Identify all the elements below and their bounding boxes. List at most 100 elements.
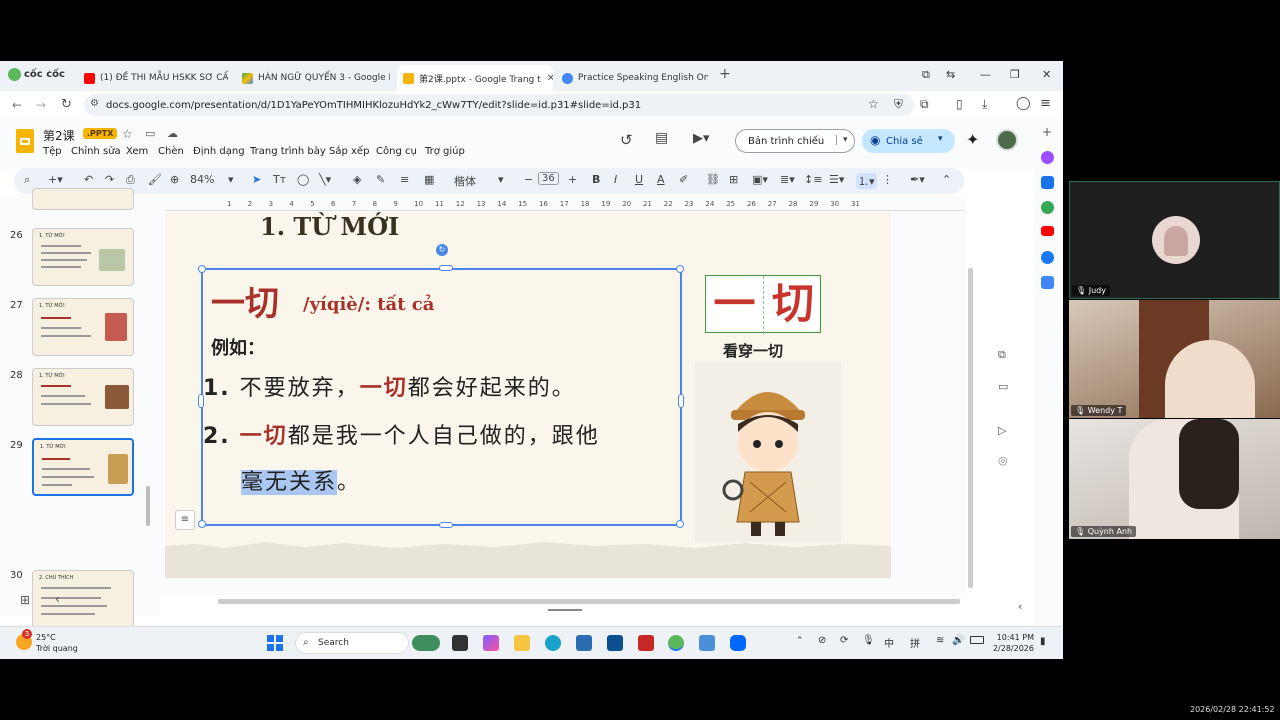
shape-icon[interactable]: ◯ bbox=[297, 173, 309, 186]
side-panel-icon[interactable]: ⧉ bbox=[998, 348, 1006, 362]
facebook-icon[interactable] bbox=[1041, 251, 1054, 264]
chevron-down-icon[interactable]: ▾ bbox=[228, 173, 234, 186]
profile-icon[interactable]: ◯ bbox=[1016, 96, 1031, 111]
video-tile-judy[interactable]: 🎙 Judy bbox=[1069, 181, 1280, 299]
slide-thumbnail[interactable]: 1. TỪ MỚI bbox=[32, 228, 134, 286]
tab-search-icon[interactable]: ⇆ bbox=[946, 68, 955, 81]
zoom-icon[interactable]: ⊕ bbox=[170, 173, 179, 186]
increase-font-icon[interactable]: + bbox=[568, 173, 577, 186]
collapse-side-panel-icon[interactable]: ‹ bbox=[1018, 600, 1022, 613]
back-icon[interactable]: ← bbox=[12, 98, 22, 112]
forward-icon[interactable]: → bbox=[36, 98, 46, 112]
slide-thumbnail-selected[interactable]: 1. TỪ MỚI bbox=[32, 438, 134, 496]
coccoc-taskbar-icon[interactable] bbox=[668, 635, 684, 651]
video-tile-wendy[interactable]: 🎙 Wendy T bbox=[1069, 300, 1280, 418]
folder-icon[interactable]: ▭ bbox=[998, 380, 1008, 393]
language-indicator[interactable]: 中 bbox=[884, 635, 894, 650]
menu-tools[interactable]: Công cụ bbox=[376, 146, 417, 157]
resize-handle[interactable] bbox=[676, 265, 684, 273]
wifi-icon[interactable]: ≋ bbox=[936, 635, 944, 646]
tab-youtube[interactable]: (1) ĐỀ THI MẪU HSKK SƠ CẤP H bbox=[78, 65, 228, 91]
font-family-select[interactable]: 楷体 bbox=[454, 173, 476, 189]
grid-view-icon[interactable]: ⊞ bbox=[20, 593, 30, 607]
menu-help[interactable]: Trợ giúp bbox=[425, 146, 465, 157]
taskbar-search[interactable]: ⌕ Search bbox=[295, 632, 409, 654]
menu-slide[interactable]: Trang trình bày bbox=[250, 146, 326, 157]
browser-logo[interactable]: cốc cốc bbox=[8, 68, 65, 81]
checklist-icon[interactable]: ☰▾ bbox=[829, 173, 844, 186]
menu-arrange[interactable]: Sắp xếp bbox=[329, 146, 369, 157]
rotate-handle-icon[interactable]: ↻ bbox=[436, 244, 448, 256]
mic-icon[interactable]: 🎙 bbox=[862, 635, 875, 646]
url-field[interactable]: ⚙ docs.google.com/presentation/d/1D1YaPe… bbox=[84, 94, 914, 116]
border-weight-icon[interactable]: ≡ bbox=[400, 173, 409, 186]
fill-color-icon[interactable]: ◈ bbox=[353, 173, 361, 186]
gemini-icon[interactable]: ✦ bbox=[966, 130, 979, 149]
target-icon[interactable]: ◎ bbox=[998, 454, 1008, 467]
volume-icon[interactable]: 🔊 bbox=[952, 635, 964, 646]
chevron-down-icon[interactable]: ▾ bbox=[498, 173, 504, 186]
border-color-icon[interactable]: ✎ bbox=[376, 173, 385, 186]
dell-icon[interactable] bbox=[607, 635, 623, 651]
zalo-taskbar-icon[interactable] bbox=[730, 635, 746, 651]
move-folder-icon[interactable]: ▭ bbox=[145, 127, 155, 140]
meet-icon[interactable]: ▶▾ bbox=[693, 131, 710, 146]
notification-icon[interactable]: ▮ bbox=[1040, 636, 1046, 647]
text-options-icon[interactable]: ≡ bbox=[175, 510, 195, 530]
selected-text-box[interactable]: 一切 /yíqiè/: tất cả 例如： 1. 不要放弃，一切都会好起来的。… bbox=[175, 244, 684, 530]
slideshow-button[interactable]: Bản trình chiếu ▾ bbox=[735, 129, 855, 153]
close-tab-icon[interactable]: ✕ bbox=[541, 73, 553, 84]
comment-icon[interactable]: ▤ bbox=[655, 130, 668, 146]
underline-icon[interactable]: U bbox=[635, 173, 643, 186]
windows-start-icon[interactable] bbox=[267, 635, 283, 651]
slide-title[interactable]: 1. TỪ MỚI bbox=[260, 212, 399, 241]
network-off-icon[interactable]: ⊘ bbox=[818, 635, 826, 646]
collapse-toolbar-icon[interactable]: ⌃ bbox=[942, 173, 951, 186]
undo-icon[interactable]: ↶ bbox=[84, 173, 93, 186]
close-window-icon[interactable]: ✕ bbox=[1042, 68, 1051, 81]
video-tile-quynh-anh[interactable]: 🎙 Quỳnh Anh bbox=[1069, 419, 1280, 539]
menu-format[interactable]: Định dạng bbox=[193, 146, 245, 157]
bookmark-star-icon[interactable]: ☆ bbox=[868, 97, 879, 111]
menu-file[interactable]: Tệp bbox=[43, 146, 62, 157]
resize-handle[interactable] bbox=[439, 265, 453, 271]
highlight-icon[interactable]: ✐ bbox=[679, 173, 688, 186]
print-icon[interactable]: ⎙ bbox=[126, 173, 135, 187]
link-icon[interactable]: ⛓ bbox=[706, 173, 720, 186]
photos-icon[interactable] bbox=[699, 635, 715, 651]
tab-practice[interactable]: Practice Speaking English Online bbox=[556, 65, 708, 91]
search-menus-icon[interactable]: ⌕ bbox=[24, 173, 30, 187]
menu-insert[interactable]: Chèn bbox=[158, 146, 184, 157]
resize-handle[interactable] bbox=[198, 520, 206, 528]
bold-icon[interactable]: B bbox=[592, 173, 600, 186]
slide-thumbnail[interactable]: 1. TỪ MỚI bbox=[32, 298, 134, 356]
chevron-down-icon[interactable]: ▾ bbox=[938, 134, 943, 144]
line-icon[interactable]: ╲▾ bbox=[319, 173, 331, 186]
add-icon[interactable]: + bbox=[1042, 125, 1052, 139]
add-comment-icon[interactable]: ⊞ bbox=[729, 173, 738, 186]
sync-icon[interactable]: ⟳ bbox=[840, 635, 848, 646]
share-button[interactable]: ◉ Chia sẻ ▾ bbox=[862, 129, 955, 153]
edge-icon[interactable] bbox=[545, 635, 561, 651]
slide-thumbnail[interactable]: 2. CHÚ THÍCH bbox=[32, 570, 134, 628]
new-tab-button[interactable]: + bbox=[719, 66, 731, 82]
download-icon[interactable]: ⤓ bbox=[982, 97, 987, 112]
sidebar-icon[interactable]: ▯ bbox=[956, 97, 963, 111]
select-cursor-icon[interactable]: ➤ bbox=[252, 173, 261, 186]
copilot-icon[interactable] bbox=[483, 635, 499, 651]
new-slide-icon[interactable]: +▾ bbox=[48, 173, 63, 186]
text-color-icon[interactable]: A bbox=[657, 173, 665, 186]
align-icon[interactable]: ≣▾ bbox=[780, 173, 795, 186]
mcafee-icon[interactable] bbox=[638, 635, 654, 651]
canvas-horizontal-scrollbar[interactable] bbox=[218, 599, 960, 604]
messenger-icon[interactable] bbox=[1041, 151, 1054, 164]
detective-cartoon-image[interactable] bbox=[695, 362, 841, 542]
text-box-icon[interactable]: Tт bbox=[273, 173, 286, 186]
star-icon[interactable]: ☆ bbox=[122, 127, 133, 141]
widget-icon[interactable] bbox=[412, 635, 440, 651]
resize-handle[interactable] bbox=[676, 520, 684, 528]
menu-edit[interactable]: Chỉnh sửa bbox=[71, 146, 121, 157]
taskbar-clock[interactable]: 10:41 PM 2/28/2026 bbox=[990, 632, 1034, 654]
slide-thumbnail[interactable]: 1. TỪ MỚI bbox=[32, 368, 134, 426]
history-icon[interactable]: ↺ bbox=[620, 131, 633, 149]
